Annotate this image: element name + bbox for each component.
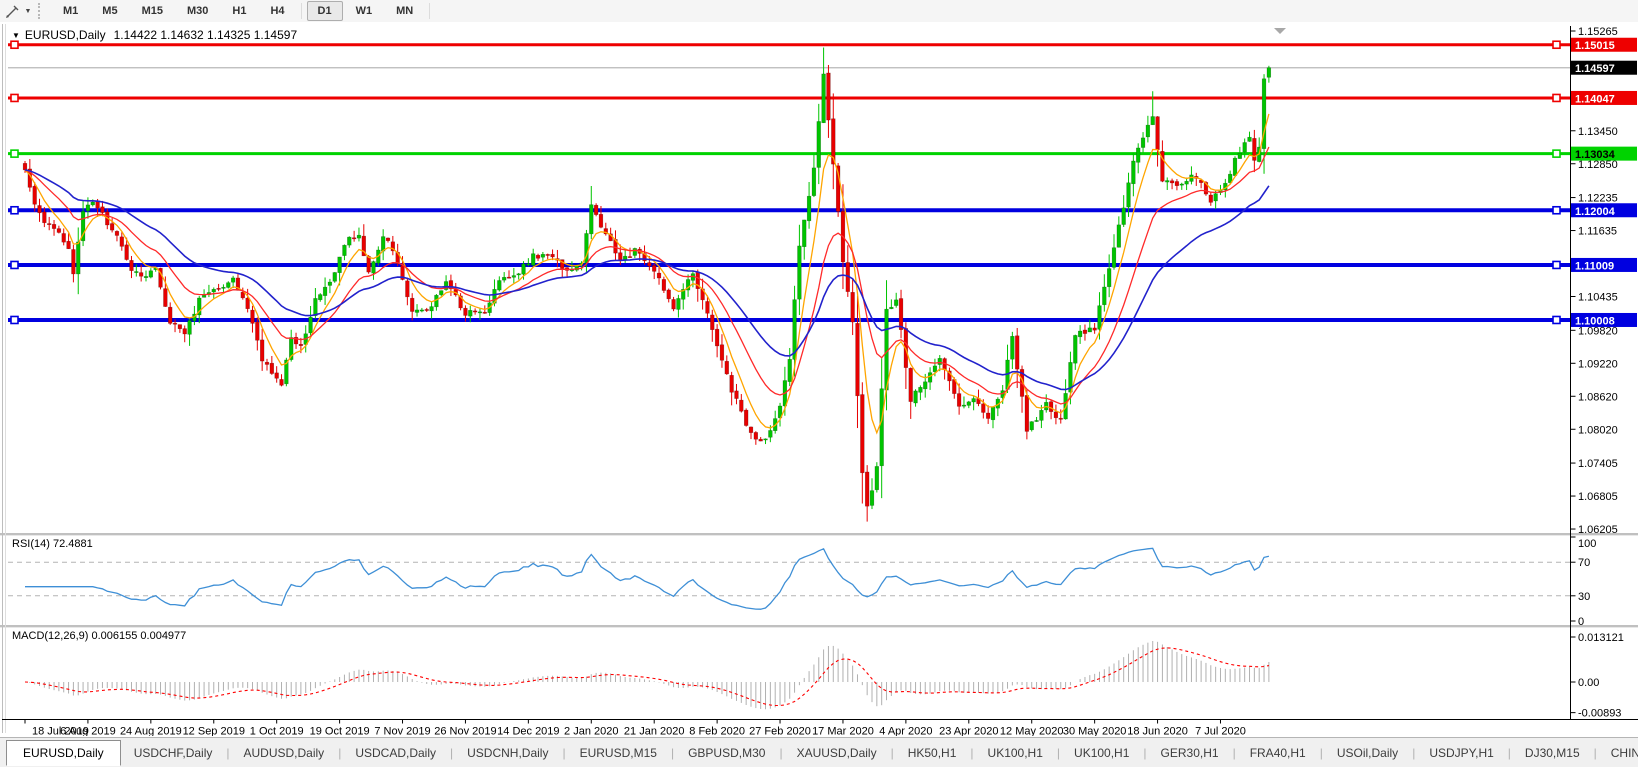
tab-eurusd-daily[interactable]: EURUSD,Daily (6, 740, 121, 766)
terminal-screen: ▼ M1M5M15M30H1H4 D1W1MN 1.15265 1.13450 1.1… (0, 0, 1638, 767)
tab-eurusd-m15[interactable]: EURUSD,M15 (567, 741, 670, 765)
timeframe-button-d1[interactable]: D1 (307, 1, 343, 21)
svg-text:18 Jun 2020: 18 Jun 2020 (1127, 726, 1188, 737)
crosshair-glyph (5, 4, 20, 19)
price-label-1.12004[interactable]: 1.12004 (1571, 203, 1637, 218)
svg-text:30: 30 (1578, 591, 1590, 603)
svg-text:23 Apr 2020: 23 Apr 2020 (939, 726, 998, 737)
collapse-triangle-icon[interactable]: ▼ (12, 31, 20, 40)
tab-usdcad-daily[interactable]: USDCAD,Daily (342, 741, 449, 765)
tab-usdjpy-h1[interactable]: USDJPY,H1 (1416, 741, 1506, 765)
svg-text:4 Apr 2020: 4 Apr 2020 (879, 726, 932, 737)
svg-text:1.11009: 1.11009 (1575, 260, 1614, 272)
chart-ohlc-values: 1.14422 1.14632 1.14325 1.14597 (114, 28, 298, 42)
svg-text:2 Jan 2020: 2 Jan 2020 (564, 726, 618, 737)
tab-usoil-daily[interactable]: USOil,Daily (1324, 741, 1411, 765)
tab-china300-h4[interactable]: CHINA300,H4 (1598, 741, 1638, 765)
timeframe-button-h1[interactable]: H1 (221, 1, 257, 21)
tab-xauusd-daily[interactable]: XAUUSD,Daily (784, 741, 890, 765)
timeframe-button-h4[interactable]: H4 (259, 1, 295, 21)
chart-title: ▼ EURUSD,Daily 1.14422 1.14632 1.14325 1.1… (12, 28, 297, 42)
svg-text:0.00: 0.00 (1578, 677, 1599, 689)
svg-text:14 Dec 2019: 14 Dec 2019 (497, 726, 559, 737)
price-label-1.13034[interactable]: 1.13034 (1571, 147, 1637, 162)
svg-text:7 Nov 2019: 7 Nov 2019 (374, 726, 430, 737)
svg-text:24 Aug 2019: 24 Aug 2019 (120, 726, 182, 737)
svg-text:0: 0 (1578, 616, 1584, 628)
svg-text:6 Aug 2019: 6 Aug 2019 (60, 726, 116, 737)
tab-uk100-h1[interactable]: UK100,H1 (975, 741, 1056, 765)
svg-text:7 Jul 2020: 7 Jul 2020 (1195, 726, 1246, 737)
svg-text:100: 100 (1578, 538, 1596, 550)
svg-text:17 Mar 2020: 17 Mar 2020 (812, 726, 874, 737)
timeframe-button-w1[interactable]: W1 (345, 1, 384, 21)
toolbar-separator (301, 3, 302, 19)
chart-symbol-label: EURUSD,Daily (25, 28, 106, 42)
tab-gbpusd-m30[interactable]: GBPUSD,M30 (675, 741, 778, 765)
toolbar-separator (429, 3, 430, 19)
tab-dj30-m15[interactable]: DJ30,M15 (1512, 741, 1593, 765)
tab-fra40-h1[interactable]: FRA40,H1 (1237, 741, 1319, 765)
svg-text:19 Oct 2019: 19 Oct 2019 (310, 726, 370, 737)
svg-text:21 Jan 2020: 21 Jan 2020 (624, 726, 685, 737)
tool-dropdown-caret-icon[interactable]: ▼ (22, 8, 34, 15)
toolbar: ▼ M1M5M15M30H1H4 D1W1MN (0, 0, 1638, 23)
svg-text:12 Sep 2019: 12 Sep 2019 (183, 726, 245, 737)
svg-text:1.10435: 1.10435 (1578, 292, 1618, 304)
svg-text:70: 70 (1578, 557, 1590, 569)
price-label-1.11009[interactable]: 1.11009 (1571, 258, 1637, 273)
tab-ger30-h1[interactable]: GER30,H1 (1148, 741, 1232, 765)
timeframe-buttons: M1M5M15M30H1H4 D1W1MN (51, 1, 434, 21)
svg-text:1.06205: 1.06205 (1578, 524, 1618, 536)
svg-text:1.12235: 1.12235 (1578, 193, 1618, 205)
svg-text:1.15015: 1.15015 (1575, 40, 1615, 52)
tab-uk100-h1[interactable]: UK100,H1 (1061, 741, 1142, 765)
svg-text:1 Oct 2019: 1 Oct 2019 (250, 726, 304, 737)
svg-text:-0.00893: -0.00893 (1578, 708, 1621, 720)
svg-text:8 Feb 2020: 8 Feb 2020 (689, 726, 745, 737)
svg-text:1.13034: 1.13034 (1575, 149, 1616, 161)
current-price-label[interactable]: 1.14597 (1571, 61, 1637, 75)
svg-text:1.15265: 1.15265 (1578, 26, 1618, 38)
svg-text:1.08020: 1.08020 (1578, 424, 1618, 436)
timeframe-button-m1[interactable]: M1 (52, 1, 89, 21)
svg-text:1.07405: 1.07405 (1578, 458, 1618, 470)
timeframe-button-m30[interactable]: M30 (176, 1, 219, 21)
macd-label: MACD(12,26,9) 0.006155 0.004977 (12, 630, 186, 642)
svg-text:30 May 2020: 30 May 2020 (1063, 726, 1127, 737)
tab-audusd-daily[interactable]: AUDUSD,Daily (231, 741, 338, 765)
svg-text:1.09220: 1.09220 (1578, 358, 1618, 370)
svg-text:1.13450: 1.13450 (1578, 126, 1618, 138)
svg-text:1.14047: 1.14047 (1575, 93, 1615, 105)
svg-text:1.12004: 1.12004 (1575, 206, 1616, 218)
chart-tab-bar: EURUSD,DailyUSDCHF,Daily|AUDUSD,Daily|US… (0, 737, 1638, 767)
svg-text:1.10008: 1.10008 (1575, 315, 1615, 327)
svg-text:1.11635: 1.11635 (1578, 226, 1617, 238)
timeframe-button-m15[interactable]: M15 (131, 1, 174, 21)
svg-text:1.08620: 1.08620 (1578, 391, 1618, 403)
timeframe-button-m5[interactable]: M5 (91, 1, 128, 21)
svg-text:12 May 2020: 12 May 2020 (1000, 726, 1064, 737)
svg-text:1.06805: 1.06805 (1578, 491, 1618, 503)
tab-usdcnh-daily[interactable]: USDCNH,Daily (454, 741, 561, 765)
crosshair-tool-icon[interactable] (2, 2, 22, 20)
price-label-1.15015[interactable]: 1.15015 (1571, 38, 1637, 53)
svg-text:26 Nov 2019: 26 Nov 2019 (434, 726, 496, 737)
toolbar-gripper (38, 3, 45, 19)
timeframe-button-mn[interactable]: MN (385, 1, 424, 21)
price-label-1.10008[interactable]: 1.10008 (1571, 313, 1637, 328)
rsi-label: RSI(14) 72.4881 (12, 538, 93, 550)
tab-hk50-h1[interactable]: HK50,H1 (895, 741, 970, 765)
price-chart-svg[interactable]: 1.152651.134501.128501.122351.116351.104… (0, 22, 1638, 736)
tab-usdchf-daily[interactable]: USDCHF,Daily (121, 741, 226, 765)
svg-text:27 Feb 2020: 27 Feb 2020 (749, 726, 811, 737)
chart-window: 1.152651.134501.128501.122351.116351.104… (0, 22, 1638, 736)
svg-text:0.013121: 0.013121 (1578, 632, 1624, 644)
svg-text:1.14597: 1.14597 (1575, 63, 1615, 75)
price-label-1.14047[interactable]: 1.14047 (1571, 91, 1637, 106)
